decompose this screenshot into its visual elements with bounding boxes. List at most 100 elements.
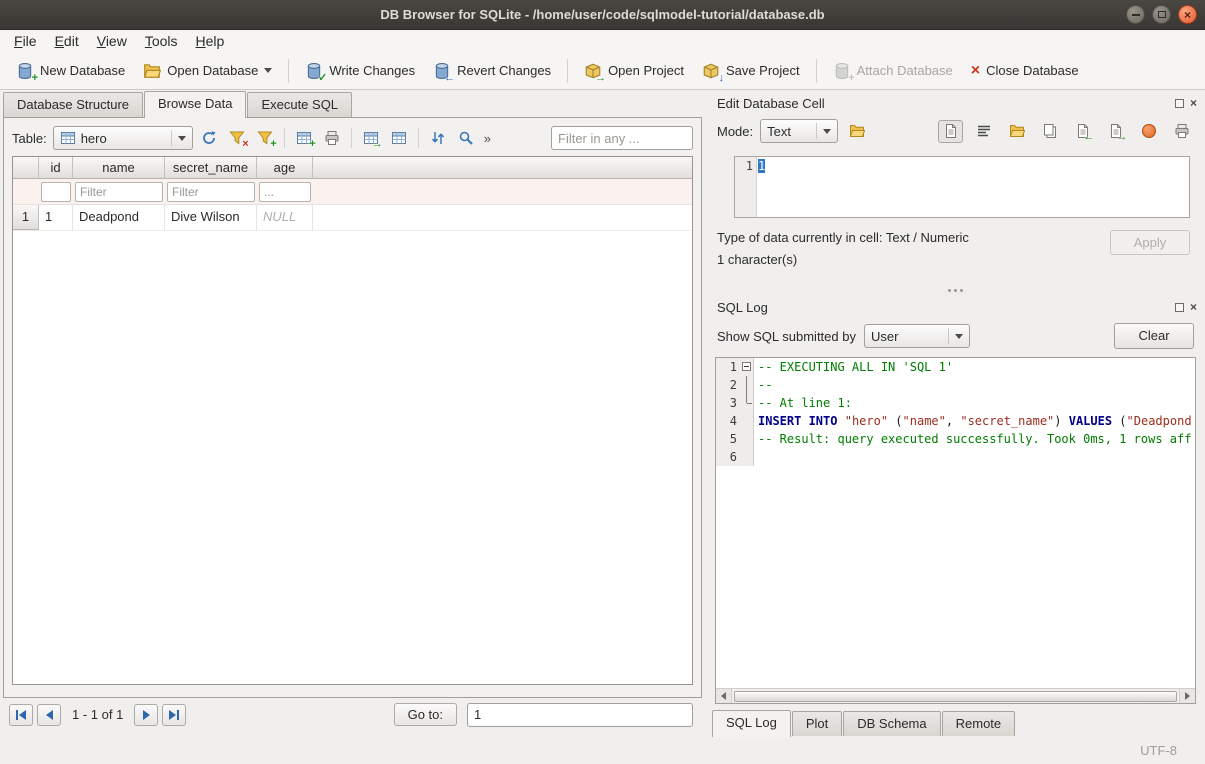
copy-contents-button[interactable] [1037,120,1062,143]
sort-button[interactable] [426,126,450,150]
menu-view[interactable]: View [88,32,136,51]
filter-input-name[interactable] [75,182,163,202]
maximize-button[interactable] [1152,5,1171,24]
save-filter-button[interactable]: + [253,126,277,150]
sql-log-line: 5-- Result: query executed successfully.… [716,430,1195,448]
horizontal-scrollbar[interactable] [716,688,1195,703]
next-record-icon [143,710,150,720]
export-table-button[interactable]: → [359,126,383,150]
print-cell-button[interactable] [1169,120,1194,143]
edit-cell-dock-header: Edit Database Cell × [710,92,1200,114]
cell-editor[interactable]: 1 1 [734,156,1190,218]
menu-edit[interactable]: Edit [46,32,88,51]
scroll-right-button[interactable] [1179,689,1195,703]
insert-record-button[interactable]: + [292,126,316,150]
column-header-age[interactable]: age [257,157,313,179]
write-changes-button[interactable]: ✓ Write Changes [297,57,423,85]
print-button[interactable] [320,126,344,150]
edit-cell-title: Edit Database Cell [717,96,825,111]
goto-record-input[interactable] [467,703,693,727]
dock-close-icon[interactable]: × [1190,301,1197,313]
first-record-button[interactable] [9,704,33,726]
scrollbar-thumb[interactable] [734,691,1177,702]
set-null-button[interactable] [1136,120,1161,143]
last-record-button[interactable] [162,704,186,726]
filter-input-age[interactable] [259,182,311,202]
clear-filters-button[interactable]: × [225,126,249,150]
filter-input-id[interactable] [41,182,71,202]
tab-sql-log[interactable]: SQL Log [712,710,791,737]
clear-log-button[interactable]: Clear [1114,323,1194,349]
sql-log-editor[interactable]: 1-- EXECUTING ALL IN 'SQL 1'2--3-- At li… [715,357,1196,704]
tab-execute-sql[interactable]: Execute SQL [247,92,352,117]
find-record-button[interactable] [454,126,478,150]
filter-input-secret-name[interactable] [167,182,255,202]
save-project-button[interactable]: ↓ Save Project [694,57,808,85]
save-view-button[interactable] [387,126,411,150]
new-database-button[interactable]: + New Database [8,57,133,85]
sql-source-combobox[interactable]: User [864,324,970,348]
menu-file[interactable]: File [5,32,46,51]
open-contents-icon [1009,123,1025,139]
cell-name[interactable]: Deadpond [73,205,165,230]
import-contents-button[interactable]: ← [1070,120,1095,143]
open-project-button[interactable]: → Open Project [576,57,692,85]
column-header-name[interactable]: name [73,157,165,179]
sql-log-line: 1-- EXECUTING ALL IN 'SQL 1' [716,358,1195,376]
dock-close-icon[interactable]: × [1190,97,1197,109]
close-icon: × [1184,9,1191,21]
word-wrap-icon [976,123,992,139]
menubar: File Edit View Tools Help [0,30,1205,52]
cell-age[interactable]: NULL [257,205,313,230]
tab-browse-data[interactable]: Browse Data [144,91,246,118]
dock-float-icon[interactable] [1175,303,1184,312]
cell-id[interactable]: 1 [39,205,73,230]
scroll-left-button[interactable] [716,689,732,703]
sql-log-dock: SQL Log × Show SQL submitted by User Cle… [710,296,1200,736]
menu-help[interactable]: Help [187,32,234,51]
filter-any-column-input[interactable] [551,126,693,150]
row-number[interactable]: 1 [13,205,39,230]
open-database-button[interactable]: Open Database [135,57,280,85]
fold-collapse-icon[interactable] [742,362,751,371]
dock-float-icon[interactable] [1175,99,1184,108]
minimize-button[interactable] [1126,5,1145,24]
show-sql-label: Show SQL submitted by [717,329,856,344]
previous-record-button[interactable] [37,704,61,726]
open-file-icon [849,123,865,139]
close-button[interactable]: × [1178,5,1197,24]
corner-header[interactable] [13,157,39,179]
column-header-id[interactable]: id [39,157,73,179]
right-dock-area: Edit Database Cell × Mode: Text ← → [704,90,1205,736]
tab-database-structure[interactable]: Database Structure [3,92,143,117]
close-database-button[interactable]: × Close Database [963,58,1087,84]
tab-db-schema[interactable]: DB Schema [843,711,940,736]
copy-icon [1042,123,1058,139]
tab-plot[interactable]: Plot [792,711,842,736]
open-contents-button[interactable] [1004,120,1029,143]
toolbar-overflow-chevron[interactable]: » [482,131,493,146]
word-wrap-button[interactable] [971,120,996,143]
scroll-left-icon [721,692,726,700]
sql-log-lines: 1-- EXECUTING ALL IN 'SQL 1'2--3-- At li… [716,358,1195,688]
mode-combobox-value: Text [767,124,791,139]
open-database-dropdown-icon[interactable] [264,68,272,73]
refresh-button[interactable] [197,126,221,150]
printer-icon [324,130,340,146]
text-mode-button[interactable] [938,120,963,143]
open-in-external-button[interactable] [845,119,869,143]
cell-secret-name[interactable]: Dive Wilson [165,205,257,230]
menu-tools[interactable]: Tools [136,32,187,51]
dock-splitter[interactable] [710,284,1200,296]
mode-combobox[interactable]: Text [760,119,838,143]
table-combobox[interactable]: hero [53,126,193,150]
column-header-secret-name[interactable]: secret_name [165,157,257,179]
sql-source-combobox-value: User [871,329,898,344]
tab-remote[interactable]: Remote [942,711,1016,736]
next-record-button[interactable] [134,704,158,726]
insert-record-icon: + [296,130,312,146]
revert-changes-button[interactable]: ← Revert Changes [425,57,559,85]
goto-button[interactable]: Go to: [394,703,457,726]
open-project-icon: → [584,62,602,80]
export-contents-button[interactable]: → [1103,120,1128,143]
